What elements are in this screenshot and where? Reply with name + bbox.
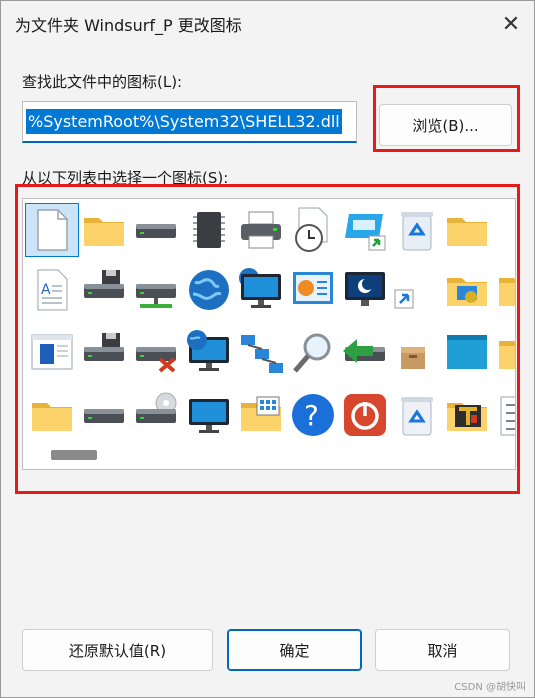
title-bar: 为文件夹 Windsurf_P 更改图标 ✕ (1, 1, 534, 47)
gear-folder-icon[interactable] (493, 264, 515, 316)
icon-path-value: %SystemRoot%\System32\SHELL32.dll (26, 109, 342, 134)
monitor-icon[interactable] (183, 389, 235, 441)
drive-icon[interactable] (130, 204, 182, 256)
text-document-icon[interactable]: A (26, 264, 78, 316)
blue-window-icon[interactable] (441, 327, 493, 379)
folder-icon[interactable] (493, 327, 515, 379)
search-icon[interactable] (287, 327, 339, 379)
pictures-folder-icon[interactable] (235, 389, 287, 441)
globe-icon[interactable] (183, 264, 235, 316)
app-window-icon[interactable] (26, 327, 78, 379)
browse-button[interactable]: 浏览(B)... (379, 104, 512, 146)
search-label: 查找此文件中的图标(L): (22, 73, 183, 91)
svg-text:A: A (41, 282, 51, 298)
network-drive-icon[interactable] (130, 264, 182, 316)
change-icon-dialog: 为文件夹 Windsurf_P 更改图标 ✕ 查找此文件中的图标(L): %Sy… (0, 0, 535, 698)
ok-button[interactable]: 确定 (227, 629, 362, 671)
floppy-drive-icon[interactable] (78, 264, 130, 316)
folder-icon[interactable] (78, 204, 130, 256)
cancel-button[interactable]: 取消 (375, 629, 510, 671)
clock-document-icon[interactable] (287, 204, 339, 256)
icon-list[interactable]: A? (22, 198, 516, 470)
disconnected-drive-icon[interactable] (130, 327, 182, 379)
folder-icon[interactable] (26, 389, 78, 441)
drive-icon[interactable] (78, 389, 130, 441)
globe-monitor-icon[interactable] (183, 327, 235, 379)
settings-folder-icon[interactable] (441, 264, 493, 316)
chip-icon[interactable] (183, 204, 235, 256)
recycle-bin-empty-icon[interactable] (391, 389, 443, 441)
close-icon: ✕ (501, 11, 521, 37)
cd-drive-icon[interactable] (130, 389, 182, 441)
sleep-monitor-icon[interactable] (339, 264, 391, 316)
floppy-drive-icon[interactable] (78, 327, 130, 379)
power-icon[interactable] (339, 389, 391, 441)
folder-icon[interactable] (441, 204, 493, 256)
watermark: CSDN @胡快叫 (454, 682, 526, 693)
tools-folder-icon[interactable] (441, 389, 493, 441)
window-shortcut-icon[interactable] (339, 204, 391, 256)
shortcut-overlay-icon[interactable] (391, 264, 443, 316)
printer-icon[interactable] (235, 204, 287, 256)
network-icon[interactable] (235, 327, 287, 379)
restore-defaults-button[interactable]: 还原默认值(R) (22, 629, 213, 671)
help-icon[interactable]: ? (287, 389, 339, 441)
horizontal-scrollbar[interactable] (23, 445, 515, 469)
box-icon[interactable] (391, 327, 443, 379)
svg-text:?: ? (304, 399, 319, 432)
eject-drive-icon[interactable] (339, 327, 391, 379)
recycle-bin-full-icon[interactable] (391, 204, 443, 256)
blank-document-icon[interactable] (25, 203, 79, 257)
control-panel-icon[interactable] (287, 264, 339, 316)
icon-path-input[interactable]: %SystemRoot%\System32\SHELL32.dll (22, 101, 357, 143)
network-globe-icon[interactable] (235, 264, 287, 316)
list-icon[interactable] (493, 389, 515, 441)
scrollbar-thumb[interactable] (51, 450, 97, 460)
close-button[interactable]: ✕ (488, 1, 534, 47)
dialog-title: 为文件夹 Windsurf_P 更改图标 (15, 16, 242, 35)
